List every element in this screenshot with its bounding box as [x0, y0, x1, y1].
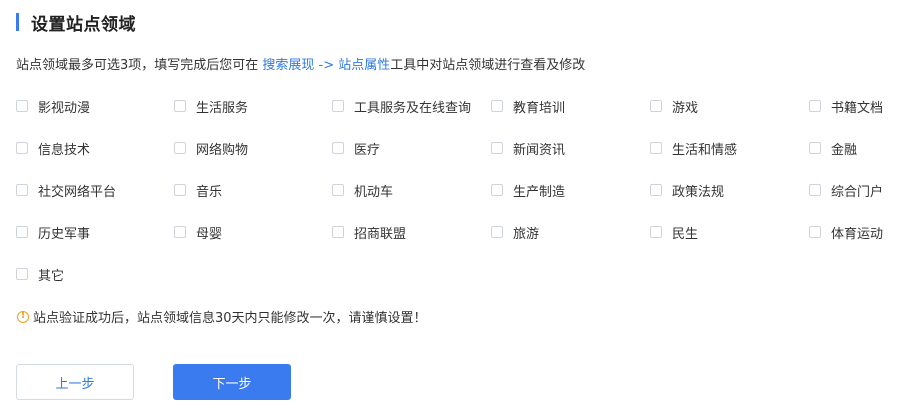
domain-option[interactable]: 生产制造: [491, 180, 565, 200]
intro-text-after: 工具中对站点领域进行查看及修改: [390, 58, 586, 73]
checkbox[interactable]: [491, 226, 503, 238]
domain-option[interactable]: 体育运动: [809, 222, 883, 242]
domain-option[interactable]: 书籍文档: [809, 96, 883, 116]
checkbox[interactable]: [650, 142, 662, 154]
checkbox[interactable]: [491, 184, 503, 196]
title-accent-bar: [16, 13, 19, 31]
checkbox[interactable]: [16, 184, 28, 196]
domain-option[interactable]: 教育培训: [491, 96, 565, 116]
domain-option-label: 其它: [38, 268, 65, 284]
domain-option[interactable]: 音乐: [174, 180, 222, 200]
domain-option[interactable]: 生活和情感: [650, 138, 737, 158]
checkbox[interactable]: [174, 226, 186, 238]
warning-notice: 站点验证成功后，站点领域信息30天内只能修改一次，请谨慎设置！: [17, 307, 427, 326]
domain-option-label: 网络购物: [196, 142, 249, 158]
domain-option-label: 生活服务: [196, 100, 249, 116]
domain-option-label: 母婴: [196, 226, 223, 242]
domain-option-label: 民生: [672, 226, 699, 242]
domain-option[interactable]: 游戏: [650, 96, 698, 116]
checkbox[interactable]: [16, 268, 28, 280]
checkbox[interactable]: [174, 184, 186, 196]
search-display-link[interactable]: 搜索展现 -> 站点属性: [262, 58, 390, 73]
checkbox[interactable]: [650, 100, 662, 112]
checkbox[interactable]: [332, 184, 344, 196]
checkbox[interactable]: [809, 142, 821, 154]
domain-option-label: 书籍文档: [831, 100, 884, 116]
warning-text: 站点验证成功后，站点领域信息30天内只能修改一次，请谨慎设置！: [33, 311, 427, 326]
domain-option[interactable]: 影视动漫: [16, 96, 90, 116]
domain-option[interactable]: 招商联盟: [332, 222, 406, 242]
checkbox[interactable]: [809, 226, 821, 238]
domain-option-label: 生产制造: [513, 184, 566, 200]
checkbox[interactable]: [174, 100, 186, 112]
domain-option[interactable]: 旅游: [491, 222, 539, 242]
domain-option[interactable]: 机动车: [332, 180, 393, 200]
domain-option-label: 音乐: [196, 184, 223, 200]
domain-option[interactable]: 政策法规: [650, 180, 724, 200]
next-step-button[interactable]: 下一步: [173, 364, 291, 400]
intro-text-before: 站点领域最多可选3项，填写完成后您可在: [16, 58, 259, 73]
checkbox[interactable]: [491, 142, 503, 154]
checkbox[interactable]: [16, 100, 28, 112]
domain-option-label: 教育培训: [513, 100, 566, 116]
checkbox[interactable]: [16, 226, 28, 238]
checkbox[interactable]: [650, 226, 662, 238]
domain-option[interactable]: 金融: [809, 138, 857, 158]
domain-option-label: 招商联盟: [354, 226, 407, 242]
domain-option-label: 工具服务及在线查询: [354, 100, 472, 116]
domain-option[interactable]: 历史军事: [16, 222, 90, 242]
checkbox[interactable]: [650, 184, 662, 196]
domain-option[interactable]: 网络购物: [174, 138, 248, 158]
domain-option-label: 旅游: [513, 226, 540, 242]
checkbox[interactable]: [332, 100, 344, 112]
domain-option-label: 历史军事: [38, 226, 91, 242]
checkbox[interactable]: [16, 142, 28, 154]
domain-option[interactable]: 新闻资讯: [491, 138, 565, 158]
domain-option[interactable]: 民生: [650, 222, 698, 242]
domain-option-label: 新闻资讯: [513, 142, 566, 158]
checkbox[interactable]: [809, 100, 821, 112]
domain-option-label: 政策法规: [672, 184, 725, 200]
domain-option[interactable]: 母婴: [174, 222, 222, 242]
domain-option[interactable]: 其它: [16, 264, 64, 284]
domain-option[interactable]: 工具服务及在线查询: [332, 96, 471, 116]
domain-option[interactable]: 信息技术: [16, 138, 90, 158]
domain-option-label: 综合门户: [831, 184, 884, 200]
page-title: 设置站点领域: [31, 14, 136, 35]
domain-option[interactable]: 综合门户: [809, 180, 883, 200]
domain-option-label: 社交网络平台: [38, 184, 117, 200]
checkbox[interactable]: [809, 184, 821, 196]
checkbox[interactable]: [174, 142, 186, 154]
domain-option[interactable]: 社交网络平台: [16, 180, 116, 200]
previous-step-button[interactable]: 上一步: [16, 364, 134, 400]
domain-option-label: 信息技术: [38, 142, 91, 158]
intro-text: 站点领域最多可选3项，填写完成后您可在 搜索展现 -> 站点属性工具中对站点领域…: [16, 54, 585, 73]
domain-option-label: 游戏: [672, 100, 699, 116]
checkbox[interactable]: [332, 226, 344, 238]
domain-option-label: 医疗: [354, 142, 381, 158]
warning-icon: [17, 310, 29, 323]
checkbox[interactable]: [491, 100, 503, 112]
domain-option-label: 金融: [831, 142, 858, 158]
site-domain-settings: 设置站点领域 站点领域最多可选3项，填写完成后您可在 搜索展现 -> 站点属性工…: [0, 0, 915, 409]
domain-option[interactable]: 医疗: [332, 138, 380, 158]
domain-option-label: 机动车: [354, 184, 394, 200]
domain-option[interactable]: 生活服务: [174, 96, 248, 116]
domain-option-label: 影视动漫: [38, 100, 91, 116]
domain-option-label: 生活和情感: [672, 142, 738, 158]
checkbox[interactable]: [332, 142, 344, 154]
domain-option-label: 体育运动: [831, 226, 884, 242]
section-header: 设置站点领域: [16, 12, 136, 35]
